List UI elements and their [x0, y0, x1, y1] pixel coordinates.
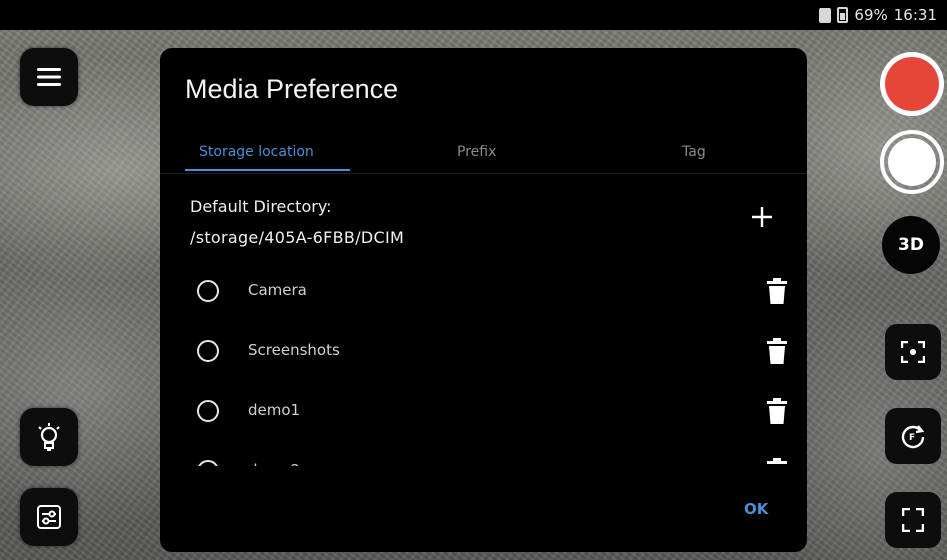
- status-bar: 69% 16:31: [0, 0, 947, 30]
- capture-button[interactable]: [880, 130, 944, 194]
- list-item[interactable]: Screenshots: [160, 332, 807, 372]
- storage-icon: [819, 7, 832, 23]
- list-item[interactable]: demo1: [160, 392, 807, 432]
- directory-name: Camera: [248, 281, 307, 299]
- directory-name: demo2: [248, 461, 300, 466]
- list-item[interactable]: Camera: [160, 272, 807, 312]
- trash-icon[interactable]: [767, 278, 787, 304]
- trash-icon[interactable]: [767, 338, 787, 364]
- tab-storage-location[interactable]: Storage location: [199, 144, 314, 160]
- directory-list[interactable]: Camera Screenshots demo1: [160, 266, 807, 466]
- light-button[interactable]: [20, 408, 78, 466]
- directory-name: Screenshots: [248, 341, 340, 359]
- plus-icon: [752, 207, 772, 227]
- radio-button[interactable]: [197, 280, 219, 302]
- radio-button[interactable]: [197, 460, 219, 466]
- fullscreen-button[interactable]: [885, 492, 941, 548]
- active-tab-indicator: [185, 169, 350, 171]
- measure-3d-button[interactable]: 3D: [882, 216, 940, 274]
- tab-prefix[interactable]: Prefix: [457, 144, 496, 160]
- rotate-button[interactable]: F: [885, 408, 941, 464]
- tab-tag[interactable]: Tag: [682, 144, 706, 160]
- default-directory-path: /storage/405A-6FBB/DCIM: [190, 228, 405, 247]
- hamburger-icon: [37, 68, 61, 86]
- media-preference-dialog: Media Preference Storage location Prefix…: [160, 48, 807, 552]
- dialog-title: Media Preference: [185, 74, 399, 104]
- trash-icon[interactable]: [767, 458, 787, 466]
- record-icon: [885, 57, 939, 111]
- sliders-icon: [37, 505, 61, 529]
- settings-button[interactable]: [20, 488, 78, 546]
- fullscreen-icon: [902, 508, 924, 532]
- add-directory-button[interactable]: [751, 206, 773, 228]
- battery-icon: [837, 7, 849, 23]
- menu-button[interactable]: [20, 48, 78, 106]
- lightbulb-icon: [38, 423, 60, 451]
- focus-button[interactable]: [885, 324, 941, 380]
- radio-button[interactable]: [197, 400, 219, 422]
- record-button[interactable]: [880, 52, 944, 116]
- shutter-icon: [888, 138, 936, 186]
- svg-text:F: F: [909, 433, 915, 443]
- battery-percent: 69%: [854, 6, 888, 24]
- list-item[interactable]: demo2: [160, 452, 807, 466]
- trash-icon[interactable]: [767, 398, 787, 424]
- directory-name: demo1: [248, 401, 301, 419]
- default-directory-label: Default Directory:: [190, 197, 332, 216]
- ok-button[interactable]: OK: [744, 500, 768, 518]
- rotate-icon: F: [901, 425, 925, 449]
- measure-3d-label: 3D: [898, 235, 924, 255]
- focus-icon: [901, 341, 925, 363]
- clock: 16:31: [893, 6, 937, 24]
- radio-button[interactable]: [197, 340, 219, 362]
